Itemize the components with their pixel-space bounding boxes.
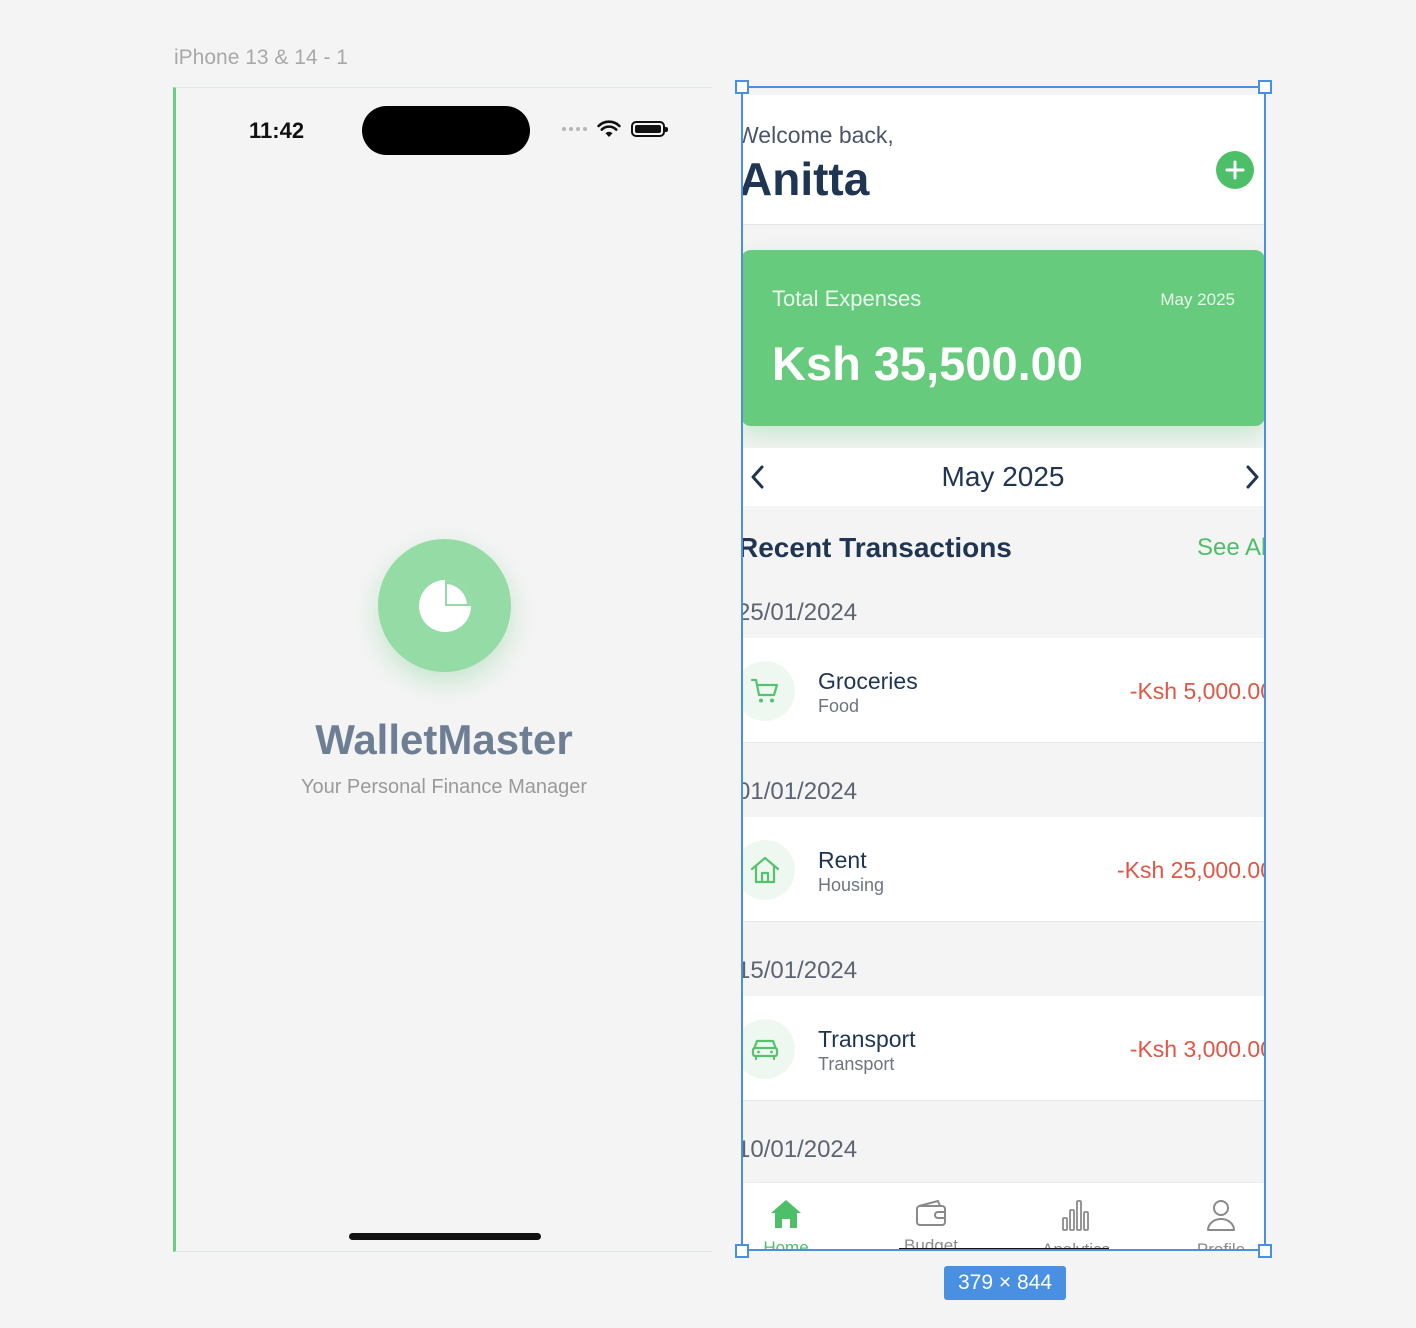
transaction-amount: -Ksh 3,000.00: [1129, 1036, 1265, 1062]
tab-label: Profile: [1196, 1240, 1246, 1251]
tab-profile[interactable]: Profile: [1166, 1198, 1265, 1251]
status-bar-time: 11:42: [249, 118, 305, 143]
resize-handle-top-left[interactable]: [735, 80, 749, 94]
transaction-title: Groceries: [818, 668, 918, 694]
total-expenses-month: May 2025: [1160, 290, 1235, 309]
transaction-amount: -Ksh 25,000.00: [1116, 857, 1265, 883]
home-header: Welcome back, Anitta: [741, 95, 1265, 225]
cart-icon: [750, 678, 779, 703]
resize-handle-bottom-right[interactable]: [1258, 1244, 1272, 1258]
car-icon: [751, 1039, 779, 1061]
date-header: 10/01/2024: [741, 1136, 858, 1163]
tab-budget[interactable]: Budget: [876, 1198, 986, 1251]
transaction-icon-badge: [741, 661, 795, 721]
home-indicator: [349, 1233, 541, 1240]
month-label: May 2025: [941, 461, 1065, 492]
dynamic-island: [362, 106, 530, 155]
resize-handle-bottom-left[interactable]: [735, 1244, 749, 1258]
month-navigator: May 2025: [741, 448, 1265, 506]
wifi-icon: [597, 120, 621, 137]
transaction-row-transport[interactable]: Transport Transport -Ksh 3,000.00: [741, 996, 1265, 1101]
transaction-category: Transport: [818, 1054, 895, 1074]
transaction-row-groceries[interactable]: Groceries Food -Ksh 5,000.00: [741, 638, 1265, 743]
see-all-link[interactable]: See All: [1197, 534, 1265, 562]
bar-chart-icon: [1062, 1200, 1089, 1231]
username: Anitta: [741, 153, 870, 205]
app-name: WalletMaster: [315, 716, 573, 763]
status-bar-icons: [562, 120, 668, 138]
date-header: 15/01/2024: [741, 957, 858, 984]
tab-home[interactable]: Home: [741, 1198, 841, 1251]
date-header: 01/01/2024: [741, 778, 858, 805]
home-indicator: [899, 1248, 1109, 1251]
transaction-row-rent[interactable]: Rent Housing -Ksh 25,000.00: [741, 817, 1265, 922]
wallet-icon: [916, 1200, 946, 1226]
add-transaction-button[interactable]: [1216, 151, 1254, 189]
splash-screen-frame[interactable]: 11:42 WalletMaster Your Personal Finance…: [173, 87, 712, 1252]
transaction-category: Food: [818, 696, 860, 716]
dimension-badge: 379 × 844: [944, 1266, 1066, 1300]
date-header: 25/01/2024: [741, 599, 858, 626]
person-icon: [1207, 1200, 1235, 1231]
tab-label: Home: [763, 1238, 809, 1251]
home-icon: [771, 1200, 801, 1228]
frame-label[interactable]: iPhone 13 & 14 - 1: [174, 46, 348, 70]
plus-icon: [1225, 160, 1245, 180]
transaction-amount: -Ksh 5,000.00: [1129, 678, 1265, 704]
battery-icon: [631, 121, 668, 137]
app-tagline: Your Personal Finance Manager: [300, 776, 588, 798]
pie-chart-icon: [418, 579, 471, 632]
total-expenses-amount: Ksh 35,500.00: [772, 337, 1083, 390]
transaction-icon-badge: [741, 840, 795, 900]
signal-dots-icon: [562, 127, 587, 131]
transaction-icon-badge: [741, 1019, 795, 1079]
recent-transactions-title: Recent Transactions: [741, 532, 1012, 563]
total-expenses-card: Total Expenses May 2025 Ksh 35,500.00: [741, 250, 1265, 426]
tab-analytics[interactable]: Analytics: [1021, 1198, 1131, 1251]
transaction-category: Housing: [818, 875, 885, 895]
bottom-tab-bar: Home Budget Analytics Profile: [741, 1182, 1265, 1251]
home-screen-frame[interactable]: Welcome back, Anitta Total Expenses May …: [741, 87, 1265, 1251]
chevron-right-icon: [1246, 465, 1259, 489]
welcome-text: Welcome back,: [741, 122, 894, 148]
app-logo: [378, 539, 511, 672]
resize-handle-top-right[interactable]: [1258, 80, 1272, 94]
total-expenses-label: Total Expenses: [772, 286, 922, 311]
transaction-title: Rent: [818, 847, 867, 873]
transaction-title: Transport: [818, 1026, 916, 1052]
next-month-button[interactable]: [1239, 464, 1265, 490]
house-icon: [750, 856, 780, 884]
